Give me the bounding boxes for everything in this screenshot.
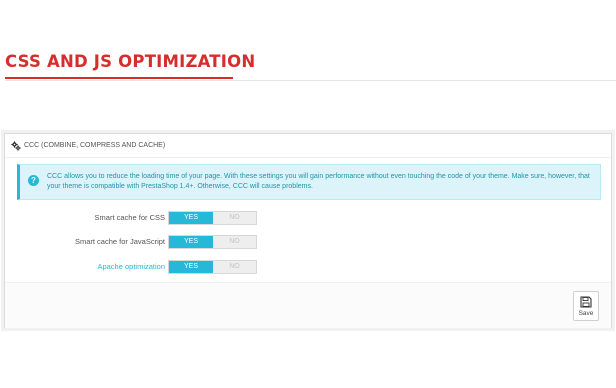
info-icon: ? — [28, 175, 39, 186]
cogs-icon — [11, 140, 21, 151]
page-heading: CSS AND JS OPTIMIZATION — [5, 52, 256, 71]
heading-divider — [5, 80, 616, 81]
toggle-yes-option[interactable]: YES — [169, 212, 213, 224]
panel-title: CCC (COMBINE, COMPRESS AND CACHE) — [24, 142, 166, 149]
setting-label: Smart cache for JavaScript — [74, 237, 165, 246]
panel-header: CCC (COMBINE, COMPRESS AND CACHE) — [5, 134, 611, 158]
setting-row-apache-optimization: Apache optimization YES NO — [5, 260, 265, 274]
setting-label: Smart cache for CSS — [94, 213, 165, 222]
info-alert: ? CCC allows you to reduce the loading t… — [17, 164, 601, 200]
toggle-yes-option[interactable]: YES — [169, 236, 213, 248]
heading-underline — [5, 77, 233, 79]
setting-row-js-cache: Smart cache for JavaScript YES NO — [5, 235, 265, 249]
js-cache-toggle[interactable]: YES NO — [168, 235, 257, 249]
toggle-yes-option[interactable]: YES — [169, 261, 213, 273]
setting-label-help-link[interactable]: Apache optimization — [97, 260, 165, 274]
panel-footer: Save — [5, 282, 611, 328]
toggle-no-option[interactable]: NO — [213, 236, 256, 248]
setting-row-css-cache: Smart cache for CSS YES NO — [5, 211, 265, 225]
ccc-panel: CCC (COMBINE, COMPRESS AND CACHE) ? CCC … — [4, 133, 612, 328]
css-cache-toggle[interactable]: YES NO — [168, 211, 257, 225]
toggle-no-option[interactable]: NO — [213, 261, 256, 273]
save-button-label: Save — [578, 309, 594, 317]
save-button[interactable]: Save — [573, 291, 599, 321]
apache-optimization-toggle[interactable]: YES NO — [168, 260, 257, 274]
floppy-disk-icon — [580, 295, 592, 308]
alert-text: CCC allows you to reduce the loading tim… — [47, 173, 590, 190]
toggle-no-option[interactable]: NO — [213, 212, 256, 224]
